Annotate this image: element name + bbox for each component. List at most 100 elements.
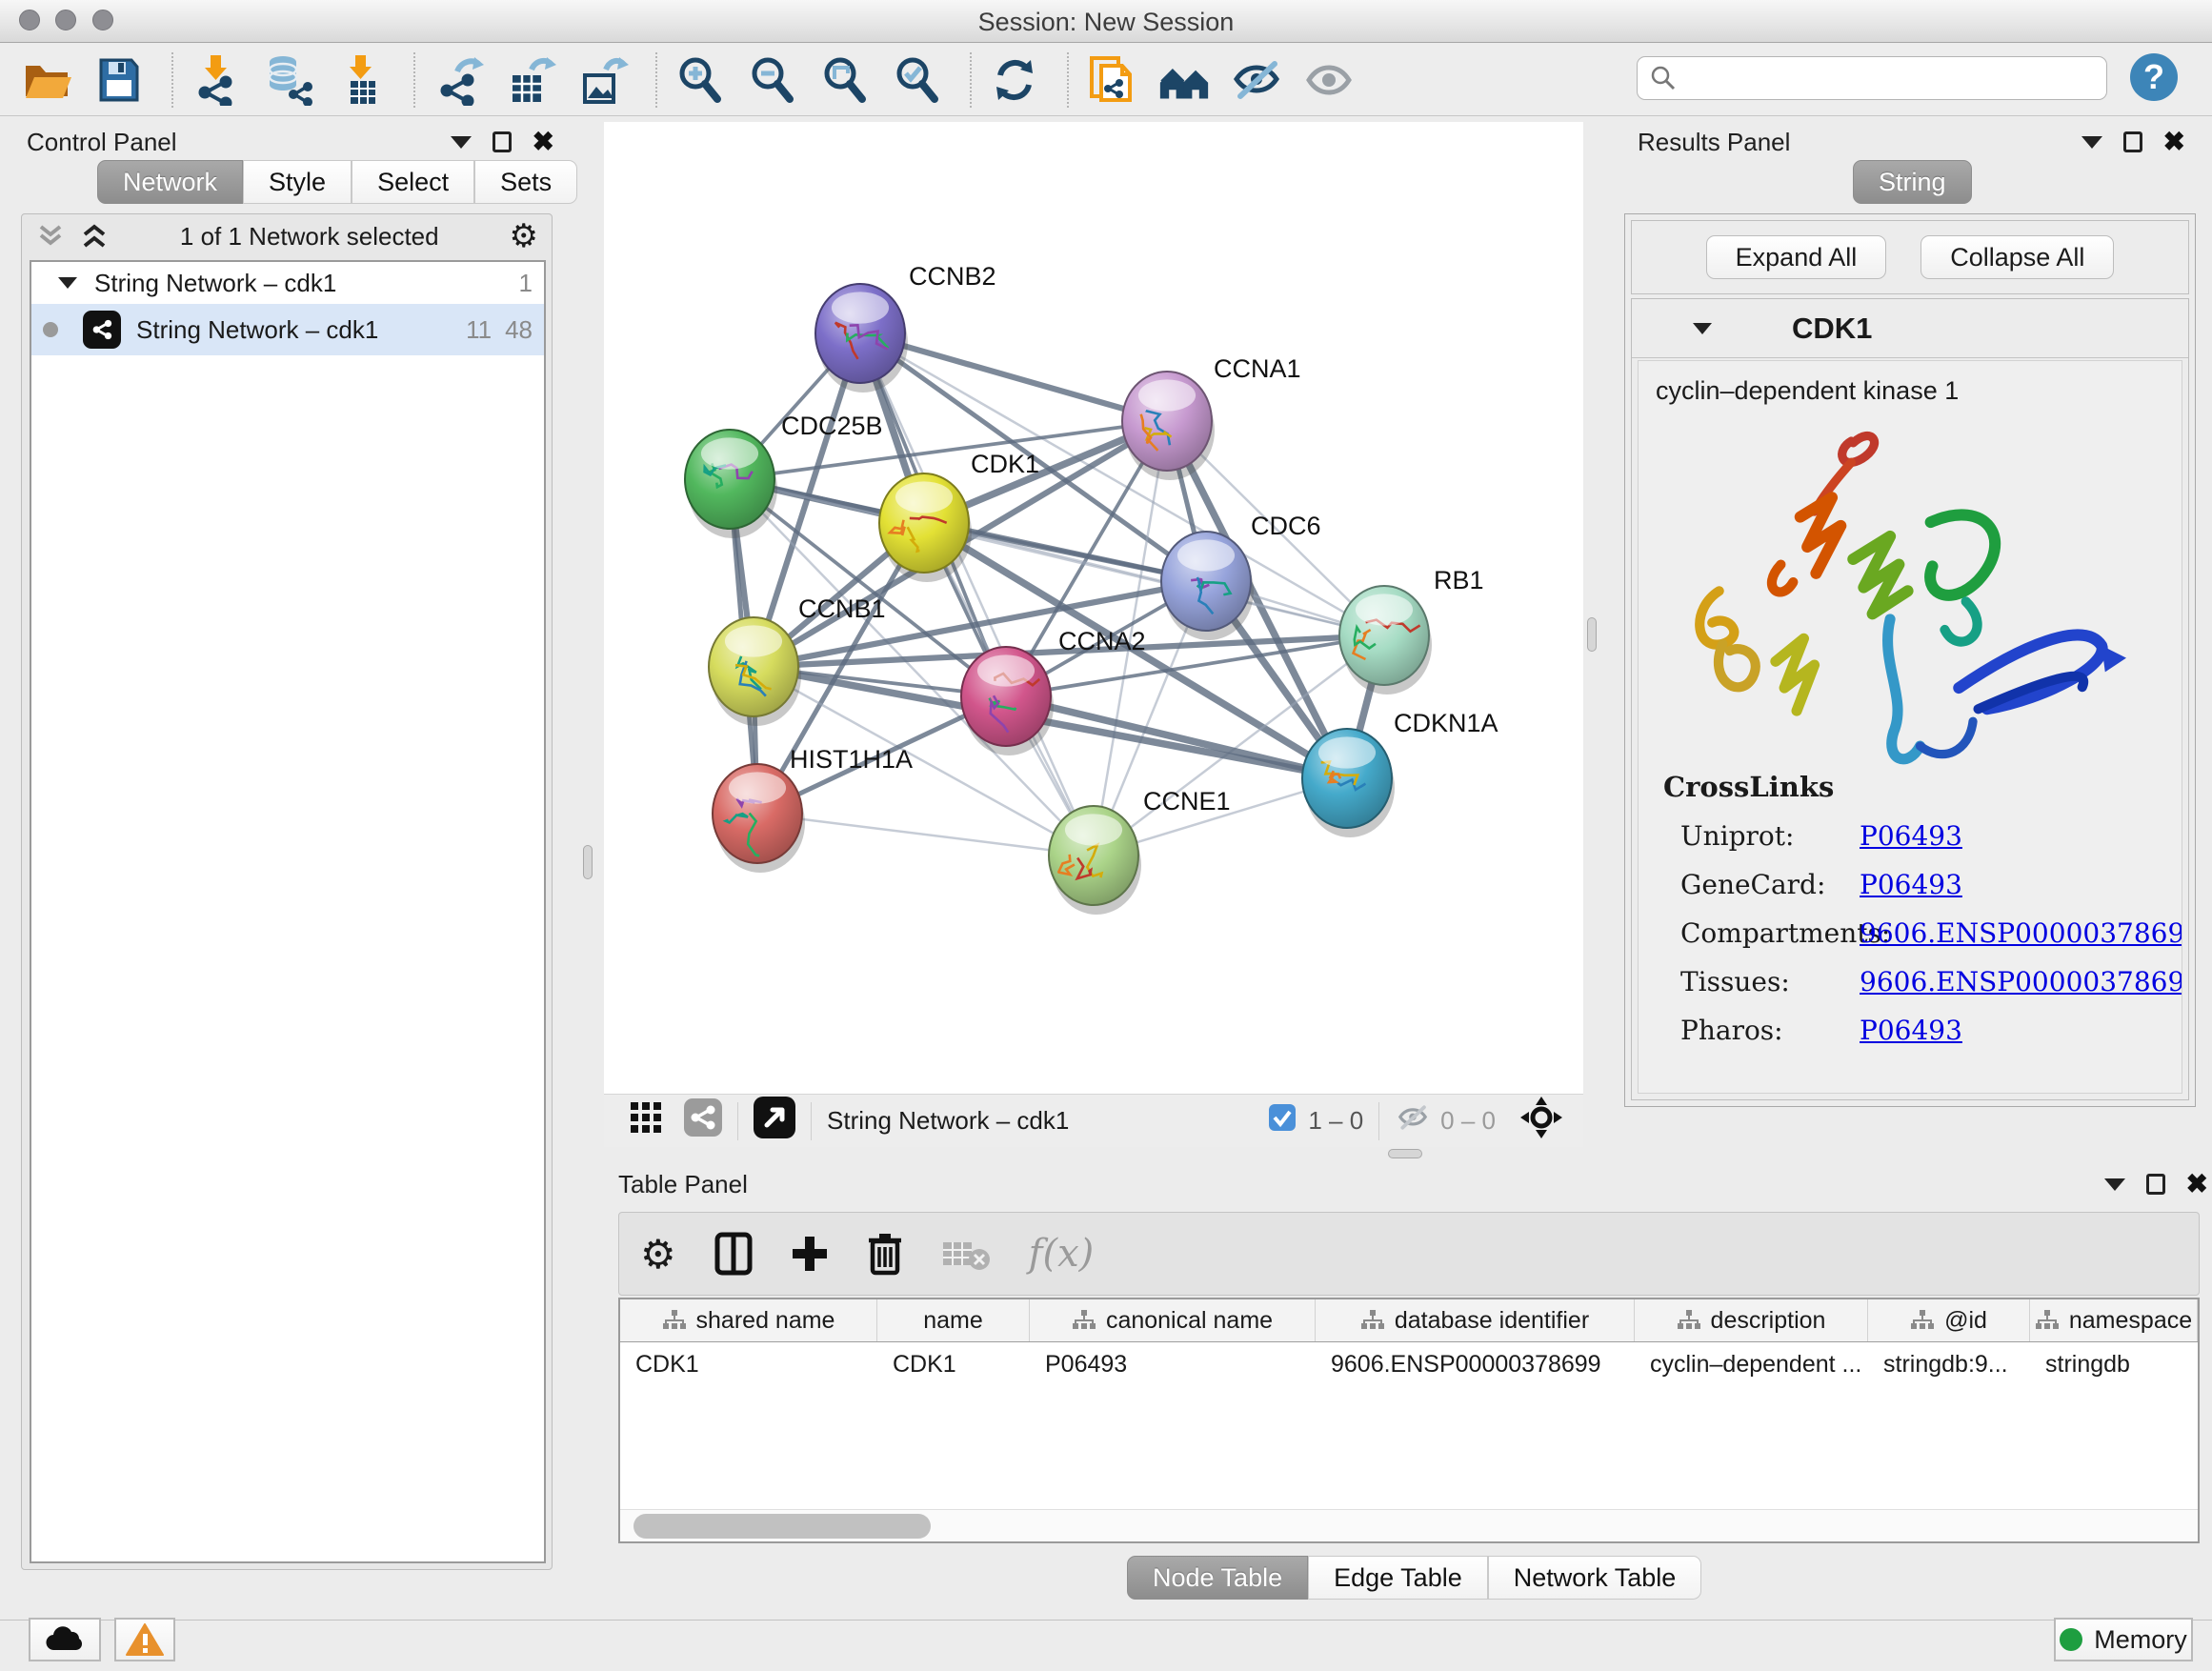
table-cell[interactable]: cyclin–dependent ... bbox=[1635, 1342, 1868, 1386]
table-cell[interactable]: CDK1 bbox=[877, 1342, 1030, 1386]
selected-checkbox-icon[interactable] bbox=[1268, 1103, 1297, 1138]
node-label-CDKN1A: CDKN1A bbox=[1394, 709, 1498, 737]
export-network-icon[interactable] bbox=[432, 54, 484, 106]
panel-float-icon[interactable] bbox=[493, 131, 512, 152]
scrollbar-thumb[interactable] bbox=[633, 1514, 931, 1539]
hide-glasses-icon[interactable] bbox=[1231, 54, 1282, 106]
share-view-icon[interactable] bbox=[684, 1098, 722, 1143]
network-edge-HIST1H1A-CCNE1[interactable] bbox=[757, 814, 1094, 856]
column-header-database-identifier[interactable]: database identifier bbox=[1316, 1299, 1635, 1341]
column-header--id[interactable]: @id bbox=[1868, 1299, 2030, 1341]
network-node-CCNB1[interactable] bbox=[709, 617, 801, 726]
network-node-CCNA1[interactable] bbox=[1122, 372, 1215, 480]
crosslink-link[interactable]: 9606.ENSP00000378699 bbox=[1860, 917, 2182, 949]
tab-style[interactable]: Style bbox=[243, 160, 352, 204]
bottom-splitter-handle[interactable] bbox=[1388, 1149, 1422, 1158]
show-columns-icon[interactable] bbox=[714, 1232, 753, 1276]
tab-sets[interactable]: Sets bbox=[474, 160, 577, 204]
crosslink-link[interactable]: 9606.ENSP00000378699 bbox=[1860, 966, 2182, 997]
help-icon[interactable]: ? bbox=[2130, 53, 2178, 101]
search-bar[interactable] bbox=[1637, 56, 2107, 100]
panel-close-icon[interactable]: ✖ bbox=[533, 131, 554, 152]
open-in-browser-icon[interactable] bbox=[754, 1097, 795, 1145]
left-splitter-handle[interactable] bbox=[583, 845, 593, 879]
panel-dropdown-icon[interactable] bbox=[451, 136, 472, 149]
collection-expand-icon[interactable] bbox=[58, 277, 77, 289]
network-row[interactable]: String Network – cdk1 11 48 bbox=[31, 304, 544, 355]
panel-dropdown-icon[interactable] bbox=[2104, 1178, 2125, 1191]
expand-all-icon[interactable] bbox=[79, 222, 110, 251]
table-settings-gear-icon[interactable]: ⚙ bbox=[640, 1231, 676, 1278]
column-header-shared-name[interactable]: shared name bbox=[620, 1299, 877, 1341]
export-image-icon[interactable] bbox=[577, 54, 629, 106]
panel-float-icon[interactable] bbox=[2146, 1174, 2165, 1195]
table-cell[interactable]: CDK1 bbox=[620, 1342, 877, 1386]
network-node-CDC6[interactable] bbox=[1161, 532, 1254, 640]
table-cell[interactable]: stringdb bbox=[2030, 1342, 2198, 1386]
memory-button[interactable]: Memory bbox=[2054, 1618, 2193, 1661]
copy-network-icon[interactable] bbox=[1086, 54, 1137, 106]
section-expand-icon[interactable] bbox=[1693, 323, 1712, 334]
network-node-CDK1[interactable] bbox=[879, 473, 972, 582]
network-node-CCNA2[interactable] bbox=[961, 647, 1054, 755]
network-node-CCNE1[interactable] bbox=[1049, 806, 1141, 915]
network-edge-CCNB2-CCNE1[interactable] bbox=[860, 333, 1094, 856]
show-eye-icon[interactable] bbox=[1303, 54, 1355, 106]
zoom-out-icon[interactable] bbox=[747, 54, 798, 106]
import-network-icon[interactable] bbox=[191, 54, 242, 106]
column-header-namespace[interactable]: namespace bbox=[2030, 1299, 2198, 1341]
zoom-in-icon[interactable] bbox=[674, 54, 726, 106]
tab-network[interactable]: Network bbox=[97, 160, 243, 204]
crosslink-link[interactable]: P06493 bbox=[1860, 869, 1962, 900]
tab-network-table[interactable]: Network Table bbox=[1488, 1556, 1702, 1600]
add-column-icon[interactable] bbox=[791, 1235, 829, 1273]
panel-float-icon[interactable] bbox=[2123, 131, 2142, 152]
hidden-glasses-icon[interactable] bbox=[1395, 1101, 1431, 1140]
warning-icon[interactable] bbox=[114, 1618, 175, 1661]
zoom-selected-icon[interactable] bbox=[892, 54, 943, 106]
table-cell[interactable]: P06493 bbox=[1030, 1342, 1316, 1386]
search-input[interactable] bbox=[1678, 65, 2087, 92]
crosslink-link[interactable]: P06493 bbox=[1860, 820, 1962, 852]
fit-content-crosshair-icon[interactable] bbox=[1520, 1097, 1562, 1145]
network-node-RB1[interactable] bbox=[1339, 586, 1432, 695]
export-table-icon[interactable] bbox=[505, 54, 556, 106]
right-splitter-handle[interactable] bbox=[1587, 617, 1597, 652]
refresh-icon[interactable] bbox=[989, 54, 1040, 106]
save-icon[interactable] bbox=[93, 54, 145, 106]
network-canvas[interactable]: CCNB2CCNA1CDC25BCDK1CDC6RB1CCNB1CCNA2CDK… bbox=[604, 122, 1583, 1094]
protein-section-header[interactable]: CDK1 bbox=[1632, 299, 2188, 358]
collapse-all-icon[interactable] bbox=[35, 222, 66, 251]
crosslink-link[interactable]: P06493 bbox=[1860, 1015, 1962, 1046]
network-collection-row[interactable]: String Network – cdk1 1 bbox=[31, 262, 544, 304]
grid-view-icon[interactable] bbox=[629, 1100, 663, 1141]
tab-node-table[interactable]: Node Table bbox=[1127, 1556, 1308, 1600]
open-folder-icon[interactable] bbox=[21, 54, 72, 106]
panel-close-icon[interactable]: ✖ bbox=[2163, 131, 2185, 152]
string-home-icon[interactable] bbox=[1158, 54, 1210, 106]
network-node-CDKN1A[interactable] bbox=[1302, 729, 1395, 837]
cloud-icon[interactable] bbox=[29, 1618, 101, 1661]
delete-column-icon[interactable] bbox=[867, 1232, 903, 1276]
tab-string[interactable]: String bbox=[1853, 160, 1972, 204]
panel-dropdown-icon[interactable] bbox=[2081, 136, 2102, 149]
panel-close-icon[interactable]: ✖ bbox=[2186, 1174, 2208, 1195]
table-row[interactable]: CDK1CDK1P064939606.ENSP00000378699cyclin… bbox=[620, 1342, 2198, 1386]
expand-all-button[interactable]: Expand All bbox=[1706, 235, 1887, 279]
column-header-description[interactable]: description bbox=[1635, 1299, 1868, 1341]
network-node-HIST1H1A[interactable] bbox=[713, 764, 805, 873]
column-header-canonical-name[interactable]: canonical name bbox=[1030, 1299, 1316, 1341]
import-table-icon[interactable] bbox=[335, 54, 387, 106]
table-cell[interactable]: 9606.ENSP00000378699 bbox=[1316, 1342, 1635, 1386]
column-header-name[interactable]: name bbox=[877, 1299, 1030, 1341]
import-database-icon[interactable] bbox=[263, 54, 314, 106]
network-node-CCNB2[interactable] bbox=[815, 284, 908, 393]
network-node-CDC25B[interactable] bbox=[685, 430, 777, 538]
tab-select[interactable]: Select bbox=[352, 160, 474, 204]
horizontal-scrollbar[interactable] bbox=[620, 1509, 2198, 1541]
collapse-all-button[interactable]: Collapse All bbox=[1920, 235, 2114, 279]
tab-edge-table[interactable]: Edge Table bbox=[1308, 1556, 1488, 1600]
table-cell[interactable]: stringdb:9... bbox=[1868, 1342, 2030, 1386]
gear-icon[interactable]: ⚙ bbox=[510, 217, 538, 255]
zoom-fit-icon[interactable] bbox=[819, 54, 871, 106]
